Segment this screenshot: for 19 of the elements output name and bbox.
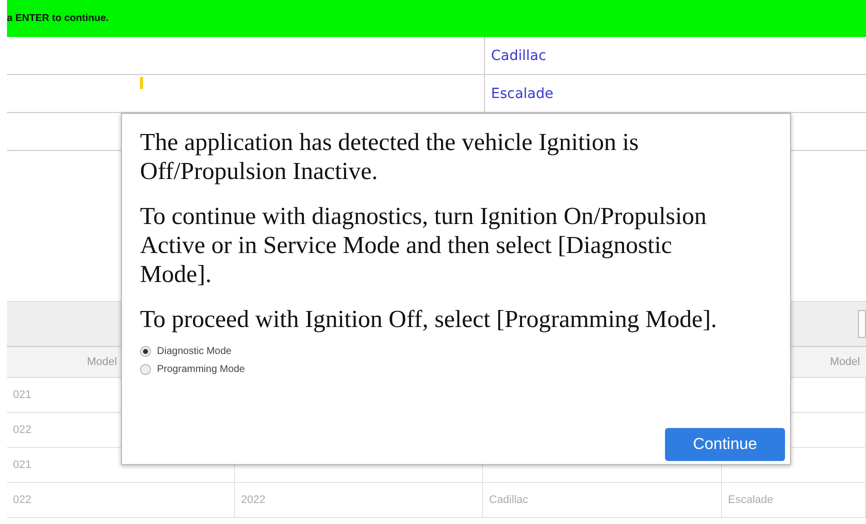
dialog-message: To proceed with Ignition Off, select [Programming Mode]. [140, 305, 718, 334]
dialog-message: To continue with diagnostics, turn Ignition On/Propulsion Active or in Service Mode and then select [Diagnostic Mode]. [140, 202, 708, 289]
radio-option[interactable]: Programming Mode [140, 364, 772, 375]
table-cell: 022 [7, 483, 235, 518]
dialog-message: The application has detected the vehicle Ignition is Off/Propulsion Inactive. [140, 128, 640, 186]
radio-icon[interactable] [140, 364, 151, 375]
table-cell: Cadillac [483, 483, 722, 518]
cursor-icon [140, 77, 143, 89]
toolbar-control[interactable] [858, 310, 866, 338]
radio-icon[interactable] [140, 346, 151, 357]
radio-option[interactable]: Diagnostic Mode [140, 346, 772, 357]
column-header: Model [830, 356, 860, 368]
continue-button[interactable]: Continue [665, 428, 785, 461]
vehicle-value: Escalade [491, 86, 554, 102]
vehicle-value: Cadillac [491, 48, 546, 64]
column-header: Model [87, 356, 117, 368]
banner-text: a ENTER to continue. [7, 13, 109, 24]
table-cell: 2022 [235, 483, 483, 518]
table-cell: Escalade [722, 483, 866, 518]
